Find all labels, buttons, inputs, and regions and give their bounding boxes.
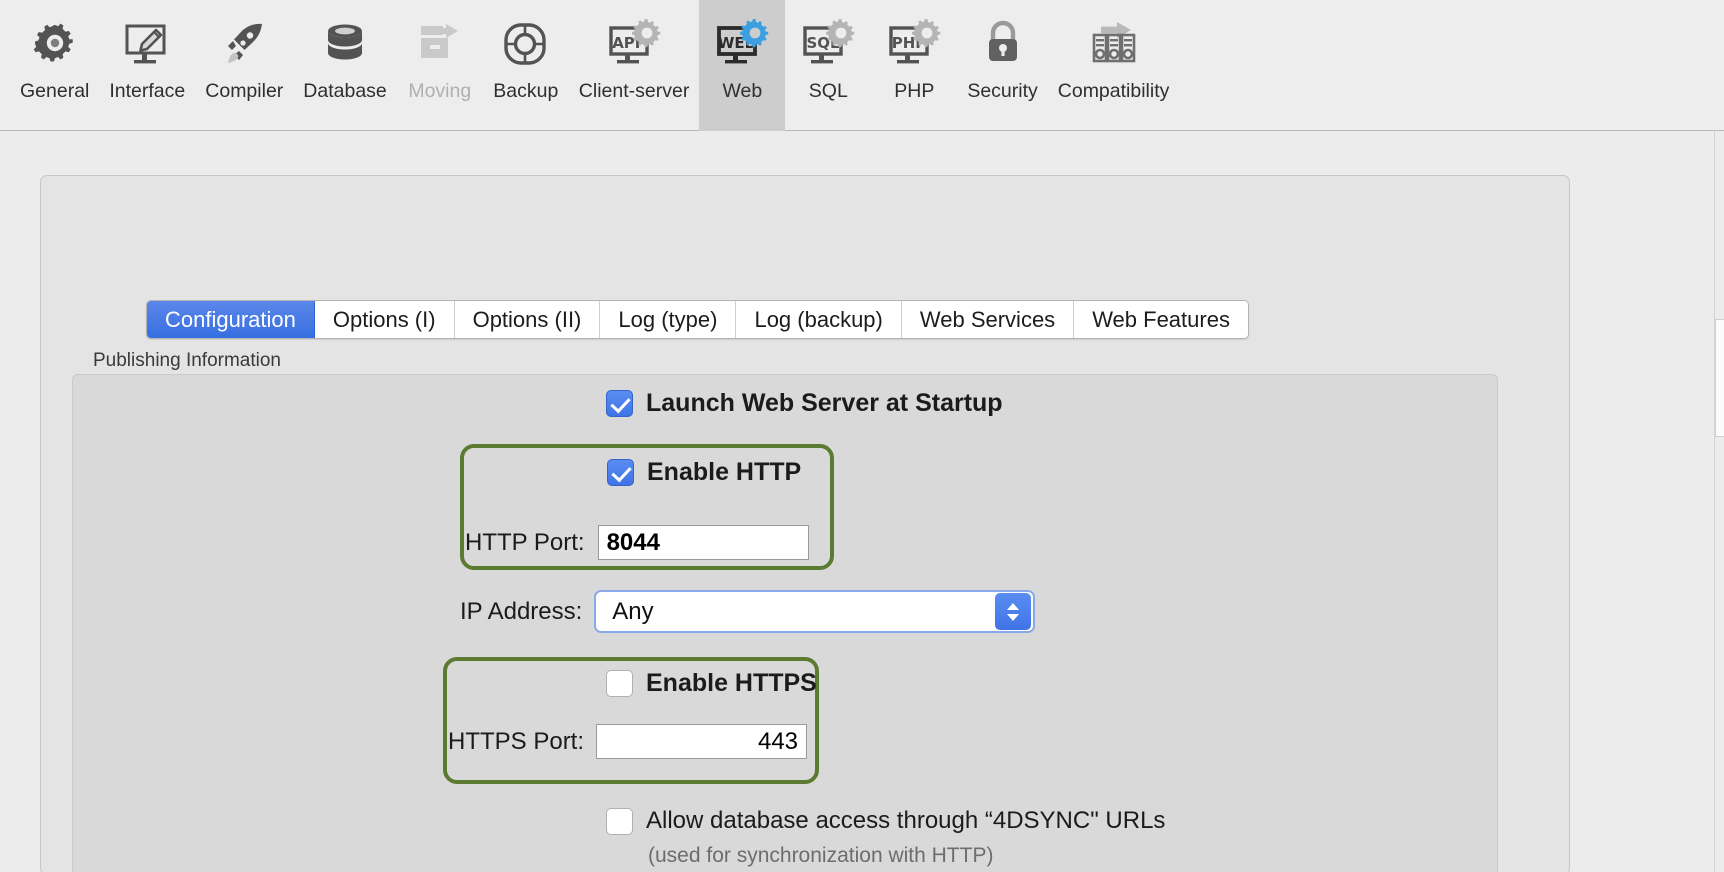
toolbar-item-label: PHP xyxy=(894,80,935,102)
https-port-row[interactable]: HTTPS Port: 443 xyxy=(448,724,808,759)
toolbar-item-web[interactable]: WEB Web xyxy=(699,0,786,131)
ip-address-row[interactable]: IP Address: Any xyxy=(460,590,1036,633)
allow-4dsync-label: Allow database access through “4DSYNC" U… xyxy=(646,807,1166,834)
allow-4dsync-checkbox[interactable] xyxy=(606,807,633,835)
allow-4dsync-row[interactable]: Allow database access through “4DSYNC" U… xyxy=(606,807,1165,835)
toolbar-item-client-server[interactable]: APP Client-server xyxy=(569,0,700,131)
toolbar-item-label: Compatibility xyxy=(1057,80,1170,102)
toolbar-item-label: Interface xyxy=(109,80,186,102)
toolbar-item-label: General xyxy=(20,80,90,102)
settings-toolbar: General Interface Compiler Database Movi… xyxy=(0,0,1724,131)
allow-4dsync-note: (used for synchronization with HTTP) xyxy=(648,844,994,867)
right-edge-notch xyxy=(1715,319,1724,437)
toolbar-item-label: Moving xyxy=(408,80,472,102)
tab-label: Configuration xyxy=(165,307,296,332)
ip-address-value: Any xyxy=(612,597,654,625)
ip-address-stepper-icon[interactable] xyxy=(995,593,1032,630)
tab-options-i[interactable]: Options (I) xyxy=(314,301,455,338)
enable-https-checkbox[interactable] xyxy=(606,670,633,697)
tab-label: Options (II) xyxy=(472,307,582,332)
launch-web-server-checkbox[interactable] xyxy=(606,390,633,417)
padlock-icon xyxy=(976,12,1030,78)
enable-http-checkbox[interactable] xyxy=(607,459,634,486)
rocket-icon xyxy=(217,12,271,78)
toolbar-item-label: SQL xyxy=(808,80,848,102)
monitor-web-gear-icon: WEB xyxy=(713,12,771,78)
monitor-sql-gear-icon: SQL xyxy=(799,12,857,78)
toolbar-item-sql[interactable]: SQL SQL xyxy=(785,0,871,131)
ip-address-label: IP Address: xyxy=(460,597,583,625)
tab-web-services[interactable]: Web Services xyxy=(901,301,1075,338)
launch-web-server-label: Launch Web Server at Startup xyxy=(646,389,1003,417)
tab-label: Web Services xyxy=(919,307,1056,332)
toolbar-item-php[interactable]: PHP PHP xyxy=(871,0,957,131)
toolbar-item-compiler[interactable]: Compiler xyxy=(195,0,293,131)
http-port-input[interactable]: 8044 xyxy=(597,525,809,560)
toolbar-item-label: Compiler xyxy=(205,80,284,102)
toolbar-item-interface[interactable]: Interface xyxy=(99,0,195,131)
toolbar-item-label: Client-server xyxy=(578,80,690,102)
toolbar-item-label: Security xyxy=(967,80,1038,102)
https-port-label: HTTPS Port: xyxy=(448,727,585,755)
tab-configuration[interactable]: Configuration xyxy=(147,301,315,338)
toolbar-item-compatibility[interactable]: Compatibility xyxy=(1048,0,1180,131)
tab-bar: Configuration Options (I) Options (II) L… xyxy=(146,300,1249,339)
tab-options-ii[interactable]: Options (II) xyxy=(454,301,601,338)
box-arrow-icon xyxy=(413,12,467,78)
toolbar-item-label: Database xyxy=(303,80,387,102)
right-edge-strip xyxy=(1714,131,1724,872)
toolbar-item-security[interactable]: Security xyxy=(957,0,1047,131)
tab-label: Log (type) xyxy=(618,307,718,332)
gear-icon xyxy=(28,12,82,78)
monitor-pencil-icon xyxy=(120,12,174,78)
database-cylinder-icon xyxy=(318,12,372,78)
ip-address-select[interactable]: Any xyxy=(594,590,1036,633)
toolbar-item-backup[interactable]: Backup xyxy=(483,0,569,131)
monitor-php-gear-icon: PHP xyxy=(885,12,943,78)
enable-https-label: Enable HTTPS xyxy=(646,669,817,697)
http-port-label: HTTP Port: xyxy=(465,528,585,556)
http-port-row[interactable]: HTTP Port: 8044 xyxy=(465,525,809,560)
enable-http-row[interactable]: Enable HTTP xyxy=(607,458,801,487)
tab-log-backup[interactable]: Log (backup) xyxy=(736,301,902,338)
toolbar-item-label: Backup xyxy=(493,80,559,102)
publishing-information-label: Publishing Information xyxy=(93,350,281,371)
publishing-information-box: Launch Web Server at Startup Enable HTTP… xyxy=(72,374,1498,872)
toolbar-item-database[interactable]: Database xyxy=(293,0,396,131)
tab-label: Web Features xyxy=(1092,307,1230,332)
toolbar-item-label: Web xyxy=(722,80,763,102)
toolbar-item-general[interactable]: General xyxy=(10,0,99,131)
tab-log-type[interactable]: Log (type) xyxy=(600,301,737,338)
tab-label: Options (I) xyxy=(332,307,436,332)
toolbar-item-moving[interactable]: Moving xyxy=(397,0,483,131)
monitor-app-gear-icon: APP xyxy=(605,12,663,78)
settings-body: Configuration Options (I) Options (II) L… xyxy=(0,131,1724,872)
tab-label: Log (backup) xyxy=(754,307,883,332)
enable-http-label: Enable HTTP xyxy=(647,458,802,486)
binders-arrow-icon xyxy=(1085,12,1143,78)
life-ring-icon xyxy=(499,12,553,78)
enable-https-row[interactable]: Enable HTTPS xyxy=(606,669,817,698)
https-port-input[interactable]: 443 xyxy=(596,724,808,759)
tab-web-features[interactable]: Web Features xyxy=(1074,301,1248,338)
launch-web-server-row[interactable]: Launch Web Server at Startup xyxy=(606,389,1003,418)
